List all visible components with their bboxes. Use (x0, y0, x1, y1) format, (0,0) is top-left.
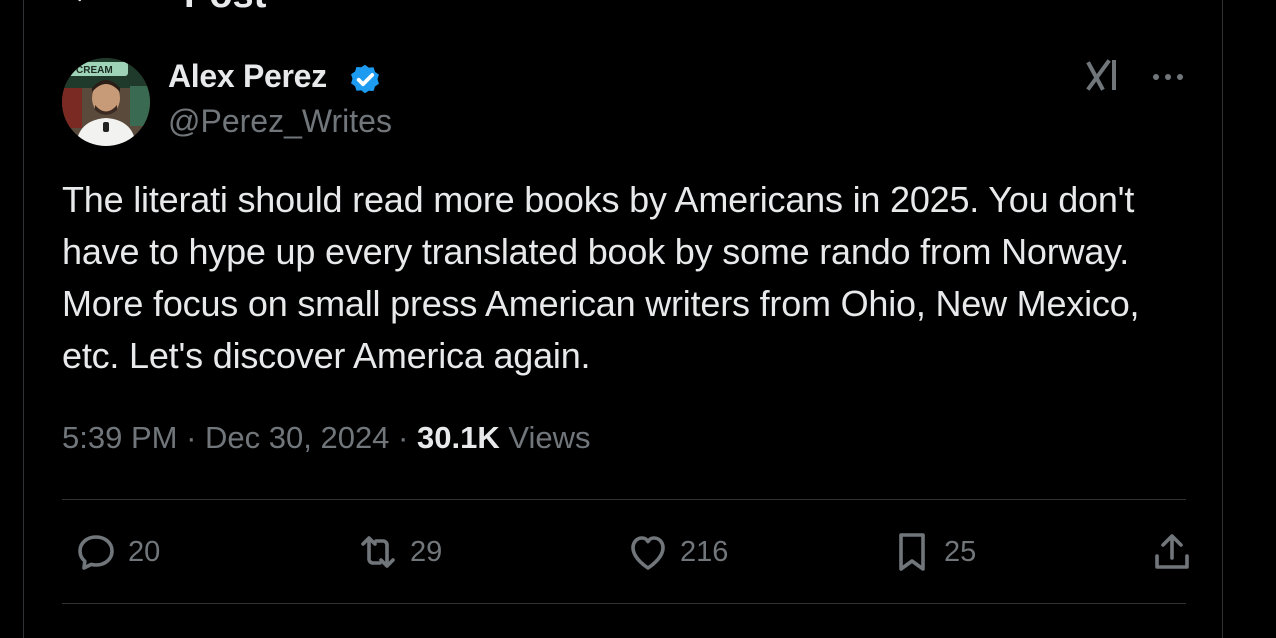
share-icon (1155, 534, 1189, 569)
views-label: Views (508, 420, 591, 455)
repost-icon (361, 536, 395, 568)
reply-button[interactable]: 20 (72, 524, 160, 580)
svg-text:CREAM: CREAM (76, 65, 113, 76)
bookmark-count: 25 (944, 535, 977, 568)
page-header: Post (24, 0, 1222, 16)
meta-separator: · (177, 420, 206, 455)
heart-icon (631, 536, 665, 570)
like-count: 216 (680, 535, 729, 568)
share-button[interactable] (1148, 524, 1196, 580)
meta-separator: · (389, 420, 417, 455)
post-time[interactable]: 5:39 PM (62, 420, 177, 455)
repost-count: 29 (410, 535, 443, 568)
repost-button[interactable]: 29 (354, 524, 442, 580)
reply-count: 20 (128, 535, 161, 568)
arrow-left-icon[interactable] (66, 0, 96, 6)
divider (62, 499, 1186, 500)
avatar[interactable]: CREAM (62, 58, 150, 146)
grok-icon[interactable] (1086, 56, 1122, 96)
divider (62, 603, 1186, 604)
bookmark-button[interactable]: 25 (888, 524, 976, 580)
post-date[interactable]: Dec 30, 2024 (205, 420, 389, 455)
author-name[interactable]: Alex Perez (168, 58, 327, 95)
author-handle[interactable]: @Perez_Writes (168, 103, 392, 140)
post-text: The literati should read more books by A… (62, 179, 1140, 376)
post-meta: 5:39 PM · Dec 30, 2024 · 30.1K Views (62, 420, 591, 456)
post-column: Post CREAM Alex Perez @Perez_Writes T (23, 0, 1223, 638)
action-bar: 20 29 216 25 (62, 524, 1189, 580)
like-button[interactable]: 216 (624, 524, 728, 580)
views-count: 30.1K (417, 420, 500, 455)
reply-icon (78, 535, 114, 570)
verified-badge-icon[interactable] (346, 60, 384, 98)
bookmark-icon (899, 533, 925, 571)
page-title: Post (184, 0, 266, 14)
more-horizontal-icon[interactable] (1148, 62, 1188, 92)
